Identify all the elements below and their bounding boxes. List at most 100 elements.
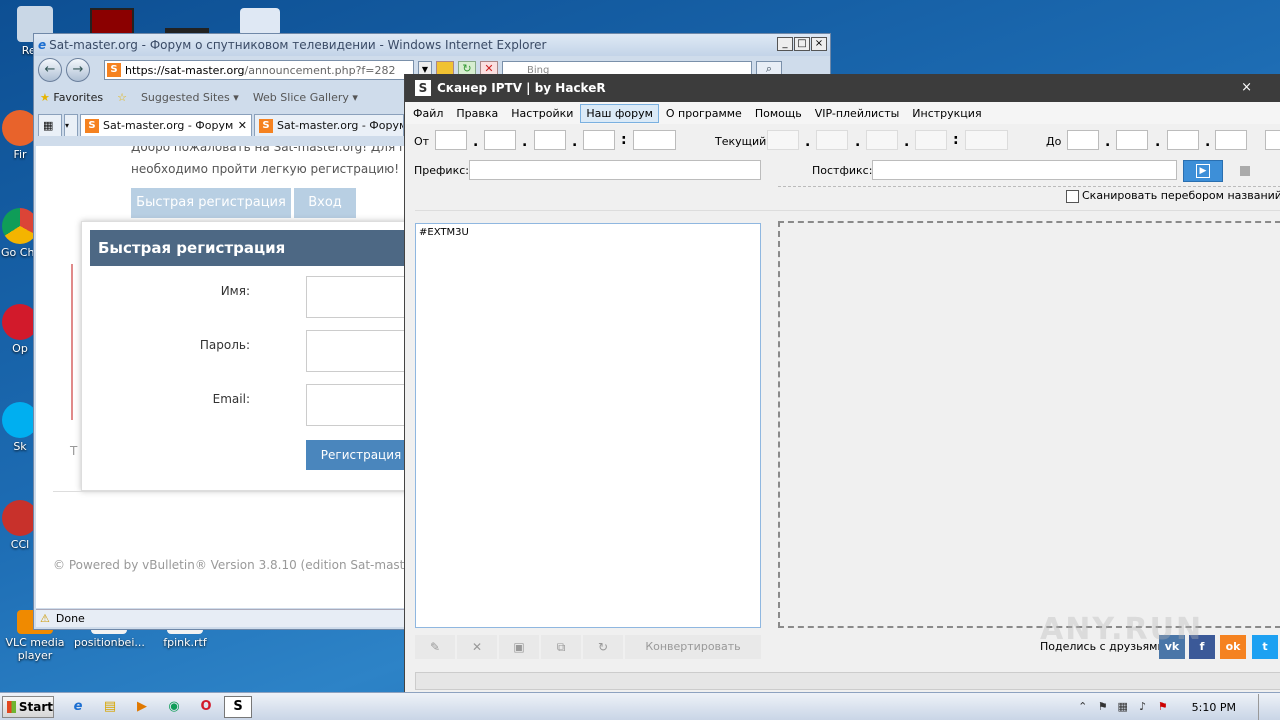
register-button[interactable]: Регистрация [306,440,416,470]
from-ip-octet-1[interactable] [435,130,467,150]
desktop-icon-installer[interactable] [240,8,280,36]
start-scan-button[interactable]: ▶ [1183,160,1223,182]
taskbar: Start e ▤ ▶ ◉ O S ⌃ ⚑ ▦ ♪ ⚑ 5:10 PM [0,692,1280,720]
to-ip-octet-2[interactable] [1116,130,1148,150]
tab-sat-master-2[interactable]: S Sat-master.org - Форум о [254,114,404,136]
save-button[interactable]: ▣ [499,635,539,659]
app-menubar: Файл Правка Настройки Наш форум О програ… [405,102,1280,124]
address-host: https://sat-master.org [125,63,245,77]
ip-dot: . [1205,134,1211,150]
back-button[interactable]: ← [38,58,62,82]
prefix-input[interactable] [469,160,761,180]
desktop-icon-label: Op [12,342,28,355]
to-port[interactable] [1265,130,1280,150]
forward-button[interactable]: → [66,58,90,82]
edit-button[interactable]: ✎ [415,635,455,659]
ip-dot: . [522,134,528,150]
action-center-icon[interactable]: ⚑ [1096,700,1110,714]
twitter-share-button[interactable]: t [1252,635,1278,659]
menu-about[interactable]: О программе [660,104,748,123]
page-left-letter: T [70,444,78,458]
warning-icon: ⚠ [40,612,50,625]
ie-titlebar[interactable]: e Sat-master.org - Форум о спутниковом т… [34,34,830,56]
quick-tabs-button[interactable]: ▦ [38,114,62,136]
to-label: До [1046,135,1062,148]
favorites-button[interactable]: ★ Favorites [40,91,103,104]
menu-vip-playlists[interactable]: VIP-плейлисты [809,104,906,123]
network-icon[interactable]: ▦ [1116,700,1130,714]
ie-window-title: Sat-master.org - Форум о спутниковом тел… [49,38,547,52]
app-statusbar [415,672,1280,690]
app-close-button[interactable]: × [1241,80,1252,95]
delete-button[interactable]: ✕ [457,635,497,659]
stop-scan-button[interactable] [1229,160,1261,182]
to-ip-octet-1[interactable] [1067,130,1099,150]
taskbar-iptv-scanner-icon[interactable]: S [224,695,252,718]
address-bar[interactable]: S https://sat-master.org/announcement.ph… [104,60,414,80]
close-button[interactable]: × [811,37,827,51]
current-ip-octet-1 [767,130,799,150]
maximize-button[interactable]: □ [794,37,810,51]
web-slice-gallery-link[interactable]: Web Slice Gallery ▾ [253,91,358,104]
menu-edit[interactable]: Правка [450,104,504,123]
tab-sat-master-1[interactable]: S Sat-master.org - Форум ... ✕ [80,114,252,136]
ip-dot: . [805,134,811,150]
flag-icon[interactable]: ⚑ [1156,700,1170,714]
login-tab[interactable]: Вход [294,188,356,218]
from-port[interactable] [633,130,676,150]
to-ip-octet-3[interactable] [1167,130,1199,150]
volume-icon[interactable]: ♪ [1136,700,1150,714]
add-favorite-icon[interactable]: ☆ [117,91,127,104]
ie-logo-icon: e [38,38,47,52]
from-ip-octet-3[interactable] [534,130,566,150]
welcome-text: Добро пожаловать на Sat-master.org! Для … [131,146,413,154]
taskbar-explorer-icon[interactable]: ▤ [96,696,124,718]
tab-close-icon[interactable]: ✕ [238,119,247,132]
favorites-label: Favorites [53,90,104,104]
results-drop-area[interactable] [778,221,1280,628]
suggested-sites-link[interactable]: Suggested Sites ▾ [141,91,239,104]
current-port [965,130,1008,150]
menu-instructions[interactable]: Инструкция [906,104,987,123]
start-button[interactable]: Start [2,695,54,718]
show-hidden-icons-button[interactable]: ⌃ [1076,700,1090,714]
taskbar-chrome-icon[interactable]: ◉ [160,696,188,718]
menu-help[interactable]: Помощь [749,104,808,123]
menu-our-forum[interactable]: Наш форум [580,103,659,123]
site-favicon-icon: S [259,118,273,133]
system-tray: ⌃ ⚑ ▦ ♪ ⚑ 5:10 PM [1076,693,1280,720]
windows-logo-icon [7,700,16,713]
quick-register-tab[interactable]: Быстрая регистрация [131,188,291,218]
to-ip-octet-4[interactable] [1215,130,1247,150]
show-desktop-button[interactable] [1258,694,1272,720]
play-icon: ▶ [1196,164,1210,178]
playlist-text: #EXTM3U [419,227,469,238]
desktop-icon-acrobat[interactable] [90,8,134,36]
stop-icon [1240,166,1250,176]
app-titlebar[interactable]: S Сканер IPTV | by HackeR [405,74,1280,102]
refresh-button[interactable]: ↻ [583,635,623,659]
tab-label: Sat-master.org - Форум о [277,119,404,132]
playlist-textarea[interactable]: #EXTM3U [415,223,761,628]
taskbar-ie-icon[interactable]: e [64,696,92,718]
postfix-input[interactable] [872,160,1177,180]
taskbar-opera-icon[interactable]: O [192,696,220,718]
playlist-toolbar: ✎ ✕ ▣ ⧉ ↻ Конвертировать [415,635,761,659]
copy-button[interactable]: ⧉ [541,635,581,659]
convert-button[interactable]: Конвертировать [625,635,761,659]
email-label: Email: [212,392,250,406]
from-ip-octet-2[interactable] [484,130,516,150]
menu-file[interactable]: Файл [407,104,449,123]
minimize-button[interactable]: _ [777,37,793,51]
taskbar-media-player-icon[interactable]: ▶ [128,696,156,718]
iptv-scanner-window[interactable]: S Сканер IPTV | by HackeR × Файл Правка … [404,74,1280,692]
clock[interactable]: 5:10 PM [1192,701,1236,714]
ip-dot: . [1155,134,1161,150]
address-path: /announcement.php?f=282 [244,63,396,77]
tab-list-button[interactable]: ▾ [64,114,78,136]
odnoklassniki-share-button[interactable]: ok [1220,635,1246,659]
scan-names-checkbox[interactable] [1066,190,1079,203]
menu-settings[interactable]: Настройки [505,104,579,123]
current-ip-octet-3 [866,130,898,150]
from-ip-octet-4[interactable] [583,130,615,150]
